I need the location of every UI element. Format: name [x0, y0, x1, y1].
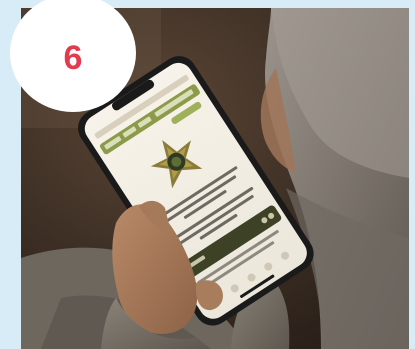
slide-frame: 6: [0, 0, 415, 349]
step-number: 6: [63, 38, 83, 77]
